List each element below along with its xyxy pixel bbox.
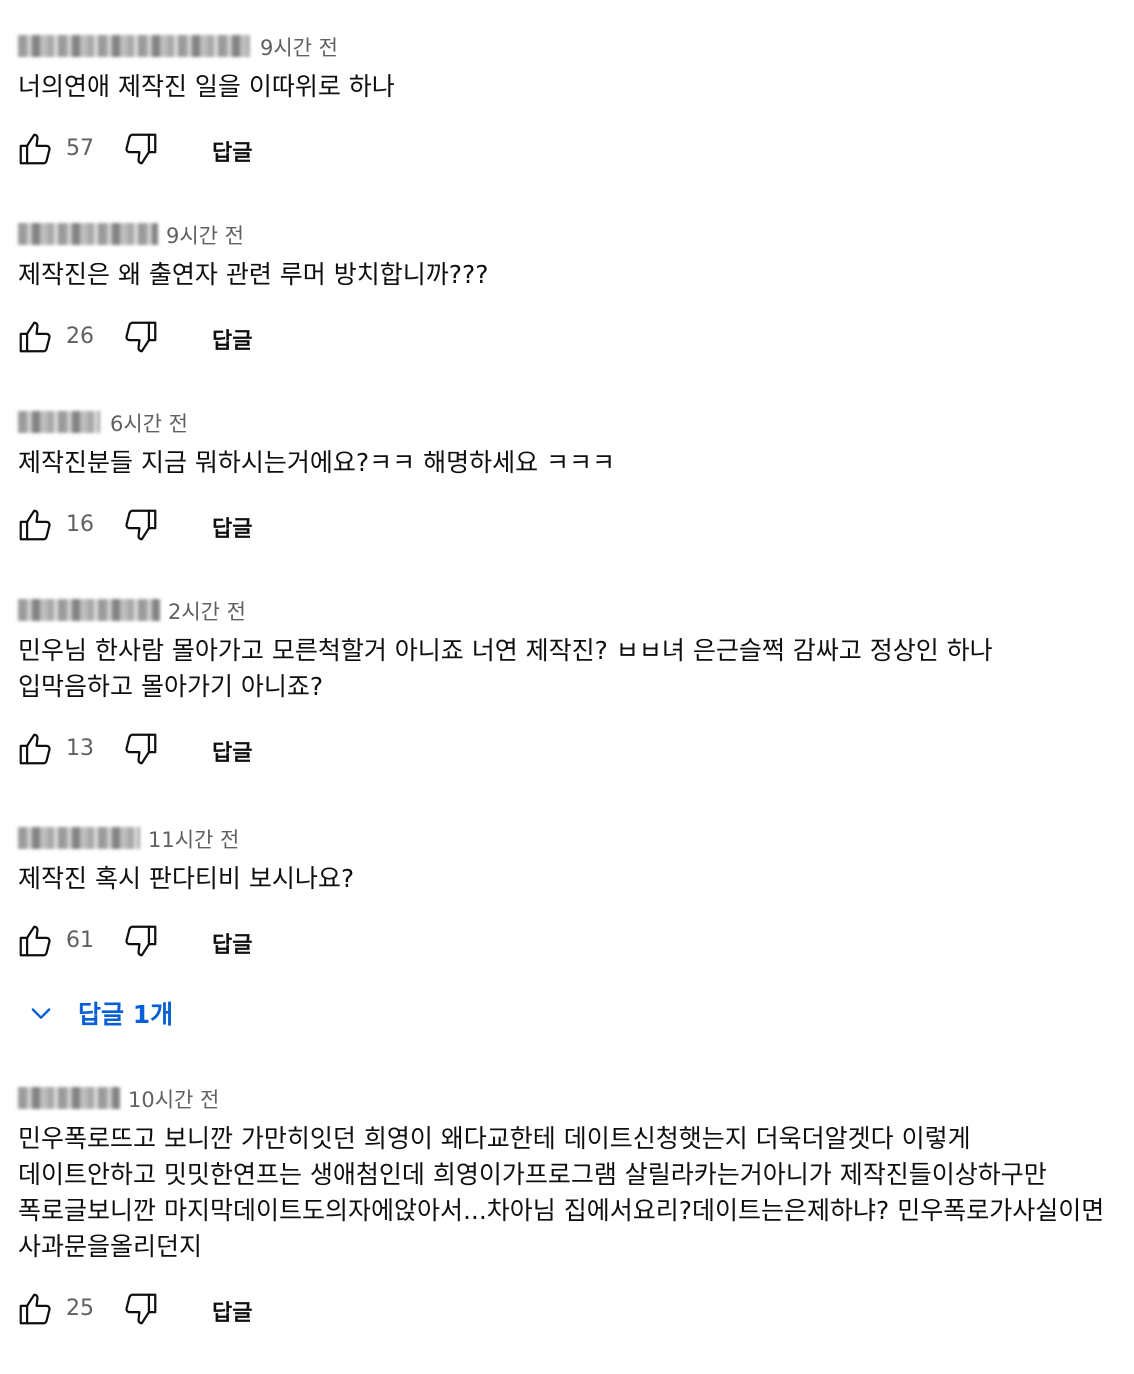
comment-item: 9시간 전 제작진은 왜 출연자 관련 루머 방치합니까??? 26 답글	[18, 216, 1118, 362]
comment-header: 6시간 전	[18, 404, 1118, 440]
thumbs-up-icon	[19, 509, 51, 541]
comment-timestamp[interactable]: 10시간 전	[128, 1084, 219, 1114]
comment-actions: 61 답글	[18, 920, 1118, 966]
thumbs-down-icon	[125, 133, 157, 165]
like-count: 13	[66, 736, 94, 761]
comment-actions: 25 답글	[18, 1288, 1118, 1334]
avatar-blurred-author-name[interactable]	[18, 599, 160, 621]
reply-button[interactable]: 답글	[212, 511, 252, 543]
comment-text: 너의연애 제작진 일을 이따위로 하나	[18, 72, 395, 101]
thumbs-up-icon	[19, 925, 51, 957]
thumbs-down-icon	[125, 925, 157, 957]
comment-timestamp[interactable]: 9시간 전	[166, 220, 244, 250]
comment-item: 11시간 전 제작진 혹시 판다티비 보시나요? 61 답글	[18, 820, 1118, 966]
comment-header: 2시간 전	[18, 592, 1118, 628]
avatar-blurred-author-name[interactable]	[18, 223, 158, 245]
thumbs-up-icon	[19, 1293, 51, 1325]
like-count: 25	[66, 1296, 94, 1321]
comment-item: 6시간 전 제작진분들 지금 뭐하시는거에요?ㅋㅋ 해명하세요 ㅋㅋㅋ 16 답…	[18, 404, 1118, 550]
avatar-blurred-author-name[interactable]	[18, 35, 250, 57]
like-count: 16	[66, 512, 94, 537]
reply-button[interactable]: 답글	[212, 927, 252, 959]
thumbs-up-icon	[19, 321, 51, 353]
thumbs-up-icon	[19, 133, 51, 165]
reply-button[interactable]: 답글	[212, 135, 252, 167]
avatar-blurred-author-name[interactable]	[18, 827, 140, 849]
comment-item: 2시간 전 민우님 한사람 몰아가고 모른척할거 아니죠 너연 제작진? ㅂㅂ녀…	[18, 592, 1118, 774]
comment-header: 11시간 전	[18, 820, 1118, 856]
comment-text: 제작진분들 지금 뭐하시는거에요?ㅋㅋ 해명하세요 ㅋㅋㅋ	[18, 448, 616, 477]
avatar-blurred-author-name[interactable]	[18, 1087, 120, 1109]
comment-text: 민우님 한사람 몰아가고 모른척할거 아니죠 너연 제작진? ㅂㅂ녀 은근슬쩍 …	[18, 636, 993, 701]
comment-header: 10시간 전	[18, 1080, 1118, 1116]
like-button[interactable]	[14, 316, 56, 358]
comment-text: 제작진은 왜 출연자 관련 루머 방치합니까???	[18, 260, 489, 289]
replies-count-label: 답글 1개	[78, 1000, 174, 1029]
comment-actions: 13 답글	[18, 728, 1118, 774]
avatar-blurred-author-name[interactable]	[18, 411, 100, 433]
thumbs-down-icon	[125, 1293, 157, 1325]
comment-text: 제작진 혹시 판다티비 보시나요?	[18, 864, 355, 893]
comment-actions: 26 답글	[18, 316, 1118, 362]
reply-button[interactable]: 답글	[212, 1295, 252, 1327]
view-replies-button[interactable]: 답글 1개	[18, 990, 173, 1036]
like-button[interactable]	[14, 1288, 56, 1330]
comment-timestamp[interactable]: 2시간 전	[168, 596, 246, 626]
comment-timestamp[interactable]: 9시간 전	[260, 32, 338, 62]
dislike-button[interactable]	[120, 504, 162, 546]
thumbs-down-icon	[125, 509, 157, 541]
like-button[interactable]	[14, 728, 56, 770]
dislike-button[interactable]	[120, 728, 162, 770]
reply-button[interactable]: 답글	[212, 323, 252, 355]
comment-actions: 57 답글	[18, 128, 1118, 174]
comment-timestamp[interactable]: 6시간 전	[110, 408, 188, 438]
like-button[interactable]	[14, 504, 56, 546]
thumbs-down-icon	[125, 733, 157, 765]
comment-item: 9시간 전 너의연애 제작진 일을 이따위로 하나 57 답글	[18, 28, 1118, 174]
comment-text: 민우폭로뜨고 보니깐 가만히잇던 희영이 왜다교한테 데이트신청햇는지 더욱더알…	[18, 1124, 1105, 1261]
like-button[interactable]	[14, 920, 56, 962]
comment-header: 9시간 전	[18, 28, 1118, 64]
like-count: 61	[66, 928, 94, 953]
thumbs-up-icon	[19, 733, 51, 765]
dislike-button[interactable]	[120, 128, 162, 170]
dislike-button[interactable]	[120, 316, 162, 358]
thumbs-down-icon	[125, 321, 157, 353]
like-count: 57	[66, 136, 94, 161]
like-count: 26	[66, 324, 94, 349]
comment-item: 10시간 전 민우폭로뜨고 보니깐 가만히잇던 희영이 왜다교한테 데이트신청햇…	[18, 1080, 1118, 1334]
chevron-down-icon	[18, 990, 64, 1036]
reply-button[interactable]: 답글	[212, 735, 252, 767]
dislike-button[interactable]	[120, 1288, 162, 1330]
comment-header: 9시간 전	[18, 216, 1118, 252]
dislike-button[interactable]	[120, 920, 162, 962]
like-button[interactable]	[14, 128, 56, 170]
comment-actions: 16 답글	[18, 504, 1118, 550]
comment-timestamp[interactable]: 11시간 전	[148, 824, 239, 854]
